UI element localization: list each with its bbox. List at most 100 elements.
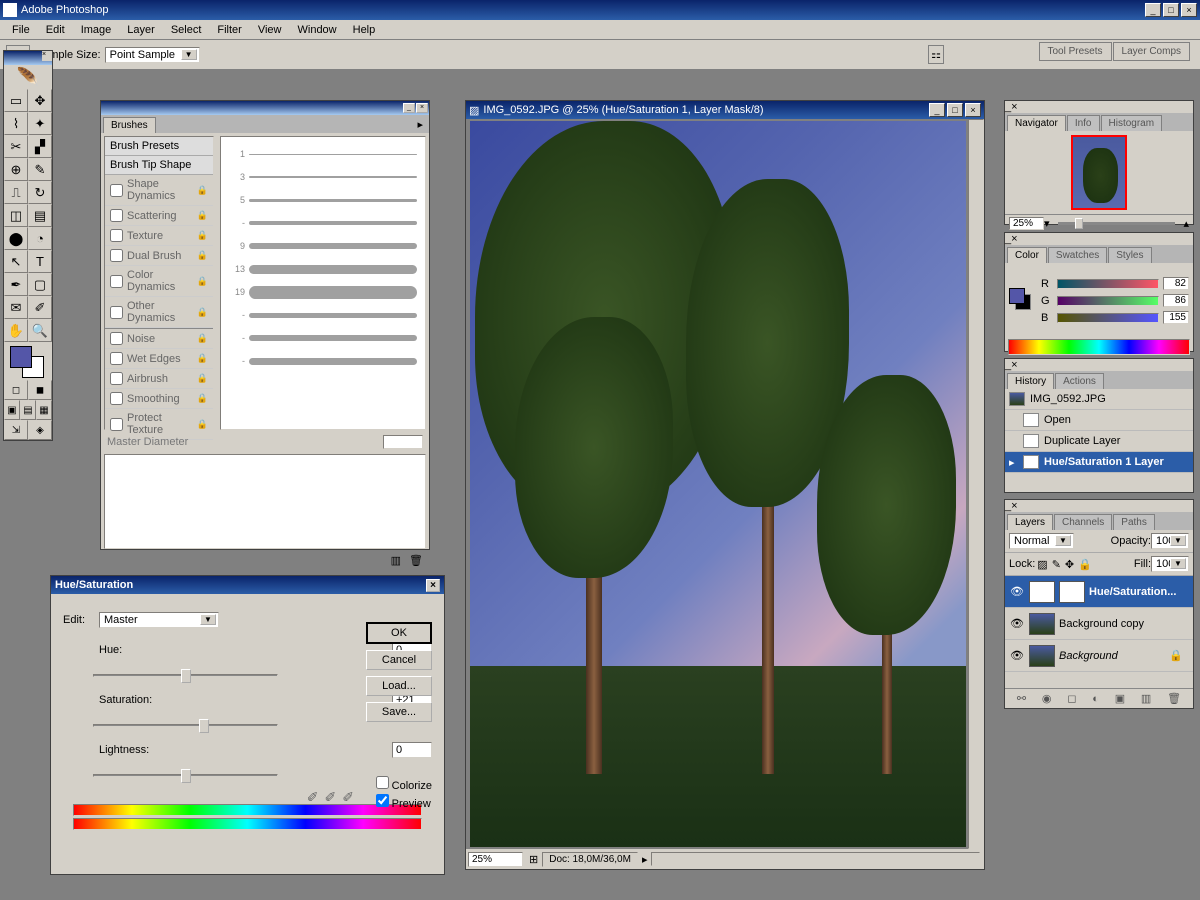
lightness-slider[interactable] (93, 766, 278, 784)
dodge-tool[interactable]: ◔ (28, 227, 52, 250)
menu-image[interactable]: Image (73, 22, 120, 38)
color-close[interactable]: × (1011, 233, 1017, 245)
fill-input[interactable]: 100% (1151, 556, 1189, 572)
notes-tool[interactable]: ✉ (4, 296, 28, 319)
blend-mode-select[interactable]: Normal (1009, 533, 1074, 549)
doc-close[interactable]: × (965, 103, 981, 117)
brush-opt[interactable]: Dual Brush🔒 (105, 246, 213, 266)
zoom-out-icon[interactable]: ▾ (1044, 217, 1050, 230)
tab-layers[interactable]: Layers (1007, 514, 1053, 530)
new-layer-icon[interactable]: ▥ (1141, 692, 1151, 705)
stamp-tool[interactable]: ⎍ (4, 181, 28, 204)
minimize-button[interactable]: _ (1145, 3, 1161, 17)
menu-view[interactable]: View (250, 22, 290, 38)
quickmask-mode-icon[interactable]: ◼ (28, 380, 52, 400)
eyedropper-plus-icon[interactable]: ✐ (325, 789, 337, 806)
move-tool[interactable]: ✥ (28, 89, 52, 112)
brush-preset[interactable]: - (229, 213, 417, 233)
canvas[interactable] (470, 121, 966, 847)
hue-slider[interactable] (93, 666, 278, 684)
delete-brush-icon[interactable]: 🗑 (409, 554, 423, 568)
menu-file[interactable]: File (4, 22, 38, 38)
tab-info[interactable]: Info (1067, 115, 1100, 131)
tab-swatches[interactable]: Swatches (1048, 247, 1107, 263)
color-swatches[interactable] (4, 342, 52, 380)
screen-std-icon[interactable]: ▣ (4, 400, 20, 420)
tab-history[interactable]: History (1007, 373, 1054, 389)
nav-zoom-slider[interactable] (1058, 222, 1176, 225)
brushes-min[interactable]: _ (403, 103, 415, 113)
doc-maximize[interactable]: □ (947, 103, 963, 117)
brush-preset[interactable]: 19 (229, 282, 417, 302)
history-step[interactable]: Open (1005, 410, 1193, 431)
save-button[interactable]: Save... (366, 702, 432, 722)
brush-preset[interactable]: 1 (229, 144, 417, 164)
tab-histogram[interactable]: Histogram (1101, 115, 1163, 131)
new-group-icon[interactable]: ▣ (1115, 692, 1125, 705)
foreground-color[interactable] (10, 346, 32, 368)
tab-brushes[interactable]: Brushes (103, 117, 156, 133)
link-layer-icon[interactable]: ⚯ (1017, 692, 1026, 705)
jump-to-icon[interactable]: ⇲ (4, 420, 28, 440)
visibility-icon[interactable]: 👁 (1009, 617, 1025, 630)
hs-close-button[interactable]: × (426, 579, 440, 592)
brush-opt[interactable]: Scattering🔒 (105, 206, 213, 226)
history-step-selected[interactable]: ▸Hue/Saturation 1 Layer (1005, 452, 1193, 473)
eyedropper-icon[interactable]: ✐ (307, 789, 319, 806)
shape-tool[interactable]: ▢ (28, 273, 52, 296)
menu-filter[interactable]: Filter (209, 22, 249, 38)
brush-opt[interactable]: Noise🔒 (105, 329, 213, 349)
master-diameter-input[interactable] (383, 435, 423, 449)
b-slider[interactable] (1057, 313, 1159, 323)
tab-navigator[interactable]: Navigator (1007, 115, 1066, 131)
path-tool[interactable]: ↖ (4, 250, 28, 273)
brush-presets-header[interactable]: Brush Presets (105, 137, 213, 156)
tab-styles[interactable]: Styles (1108, 247, 1151, 263)
tab-color[interactable]: Color (1007, 247, 1047, 263)
menu-layer[interactable]: Layer (119, 22, 163, 38)
brush-opt[interactable]: Texture🔒 (105, 226, 213, 246)
zoom-tool[interactable]: 🔍 (28, 319, 52, 342)
lock-all-icon[interactable]: 🔒 (1078, 558, 1092, 571)
menu-help[interactable]: Help (345, 22, 384, 38)
history-step[interactable]: Duplicate Layer (1005, 431, 1193, 452)
hist-close[interactable]: × (1011, 359, 1017, 371)
brush-tip-header[interactable]: Brush Tip Shape (105, 156, 213, 175)
navigator-thumbnail[interactable] (1071, 135, 1127, 210)
opacity-input[interactable]: 100% (1151, 533, 1189, 549)
new-brush-icon[interactable]: ▥ (391, 554, 401, 568)
saturation-slider[interactable] (93, 716, 278, 734)
palette-toggle-icon[interactable]: ⚏ (928, 45, 944, 64)
vertical-scrollbar[interactable] (968, 119, 984, 849)
brushes-close[interactable]: × (416, 103, 428, 113)
layers-close[interactable]: × (1011, 500, 1017, 512)
r-value[interactable]: 82 (1163, 277, 1189, 290)
cancel-button[interactable]: Cancel (366, 650, 432, 670)
history-document[interactable]: IMG_0592.JPG (1005, 389, 1193, 410)
layer-style-icon[interactable]: ◉ (1042, 692, 1052, 705)
b-value[interactable]: 155 (1163, 311, 1189, 324)
layer-item[interactable]: 👁Background🔒 (1005, 640, 1193, 672)
maximize-button[interactable]: □ (1163, 3, 1179, 17)
close-button[interactable]: × (1181, 3, 1197, 17)
tab-tool-presets[interactable]: Tool Presets (1039, 42, 1112, 61)
gradient-tool[interactable]: ▤ (28, 204, 52, 227)
eraser-tool[interactable]: ◫ (4, 204, 28, 227)
doc-minimize[interactable]: _ (929, 103, 945, 117)
brush-preview-list[interactable]: 135-91319--- (220, 136, 426, 430)
brush-opt[interactable]: Shape Dynamics🔒 (105, 175, 213, 206)
toolbox-close[interactable]: × (42, 51, 52, 61)
standard-mode-icon[interactable]: ◻ (4, 380, 28, 400)
crop-tool[interactable]: ✂ (4, 135, 28, 158)
brush-opt[interactable]: Airbrush🔒 (105, 369, 213, 389)
tab-actions[interactable]: Actions (1055, 373, 1104, 389)
marquee-tool[interactable]: ▭ (4, 89, 28, 112)
lightness-input[interactable]: 0 (392, 742, 432, 758)
preview-checkbox[interactable]: Preview (376, 794, 432, 810)
brush-preset[interactable]: - (229, 351, 417, 371)
layer-mask-icon[interactable]: ◻ (1067, 692, 1076, 705)
lock-trans-icon[interactable]: ▨ (1037, 558, 1047, 571)
zoom-input[interactable]: 25% (468, 852, 523, 867)
visibility-icon[interactable]: 👁 (1009, 649, 1025, 662)
slice-tool[interactable]: ▞ (28, 135, 52, 158)
